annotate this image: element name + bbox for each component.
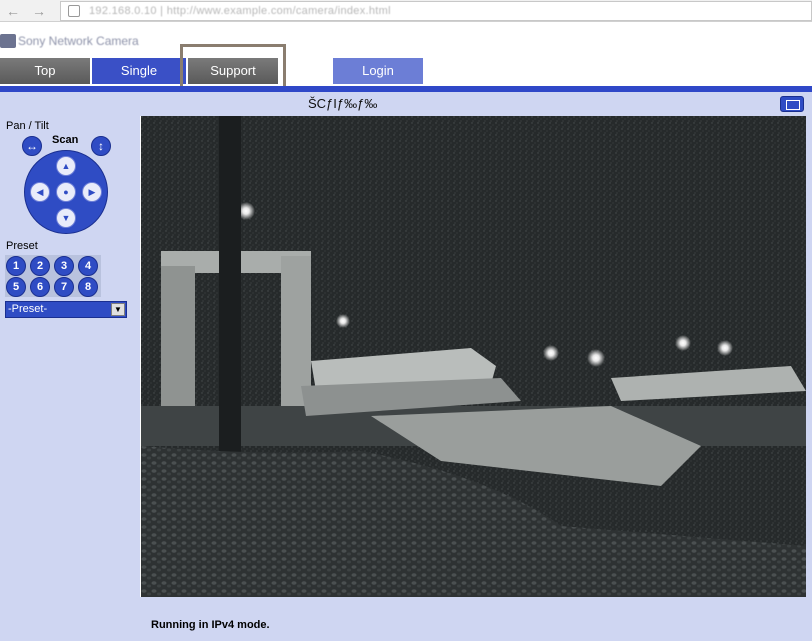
pan-tilt-label: Pan / Tilt [6, 120, 49, 132]
crane-leg-left [161, 266, 195, 416]
light-4 [587, 349, 605, 367]
camera-title-bar: ŠCƒIƒ‰ƒ‰ [0, 92, 812, 116]
pan-left-button[interactable]: ◀ [30, 182, 50, 202]
scan-label: Scan [52, 134, 79, 146]
preset-button-2[interactable]: 2 [30, 256, 50, 276]
light-2 [336, 314, 350, 328]
tilt-up-button[interactable]: ▲ [56, 156, 76, 176]
status-message: Running in IPv4 mode. [151, 619, 270, 631]
browser-toolbar: ← → 192.168.0.10 | http://www.example.co… [0, 0, 812, 22]
preset-select-value: -Preset- [8, 303, 48, 315]
preset-grid: 1 2 3 4 5 6 7 8 [5, 255, 101, 297]
scan-vertical-button[interactable]: ↕ [91, 136, 111, 156]
preset-button-3[interactable]: 3 [54, 256, 74, 276]
tab-top[interactable]: Top [0, 58, 90, 84]
brand-logo-icon [0, 34, 16, 48]
preset-button-1[interactable]: 1 [6, 256, 26, 276]
camera-live-view[interactable] [141, 116, 806, 597]
tab-login[interactable]: Login [333, 58, 423, 84]
page-icon [68, 5, 80, 17]
preset-button-6[interactable]: 6 [30, 277, 50, 297]
home-position-button[interactable]: ● [56, 182, 76, 202]
preset-button-8[interactable]: 8 [78, 277, 98, 297]
preset-button-5[interactable]: 5 [6, 277, 26, 297]
main-tabs: Top Single Support Login [0, 56, 812, 86]
light-3 [543, 345, 559, 361]
scan-horizontal-button[interactable]: ↔ [22, 136, 42, 156]
preset-button-4[interactable]: 4 [78, 256, 98, 276]
preset-button-7[interactable]: 7 [54, 277, 74, 297]
forward-arrow-icon[interactable]: → [30, 2, 48, 20]
tab-single[interactable]: Single [92, 58, 186, 84]
fullscreen-button[interactable] [780, 96, 804, 112]
light-6 [717, 340, 733, 356]
brand-header: Sony Network Camera [0, 22, 812, 56]
camera-title: ŠCƒIƒ‰ƒ‰ [308, 96, 378, 111]
status-bar: Running in IPv4 mode. [140, 597, 812, 641]
address-bar[interactable]: 192.168.0.10 | http://www.example.com/ca… [60, 1, 812, 21]
preset-select[interactable]: -Preset- ▼ [5, 301, 127, 318]
pan-right-button[interactable]: ▶ [82, 182, 102, 202]
brand-name: Sony Network Camera [18, 34, 139, 48]
back-arrow-icon[interactable]: ← [4, 2, 22, 20]
pan-tilt-pad: ▲ ◀ ● ▶ ▼ [24, 150, 108, 234]
preset-label: Preset [6, 240, 38, 252]
address-url: 192.168.0.10 | http://www.example.com/ca… [89, 5, 391, 17]
light-5 [675, 335, 691, 351]
view-side-strip [806, 116, 812, 597]
control-panel: Pan / Tilt Scan ↔ ↕ ▲ ◀ ● ▶ ▼ Preset 1 2… [0, 116, 140, 641]
tilt-down-button[interactable]: ▼ [56, 208, 76, 228]
chevron-down-icon[interactable]: ▼ [111, 303, 125, 316]
live-video-frame [141, 116, 806, 597]
